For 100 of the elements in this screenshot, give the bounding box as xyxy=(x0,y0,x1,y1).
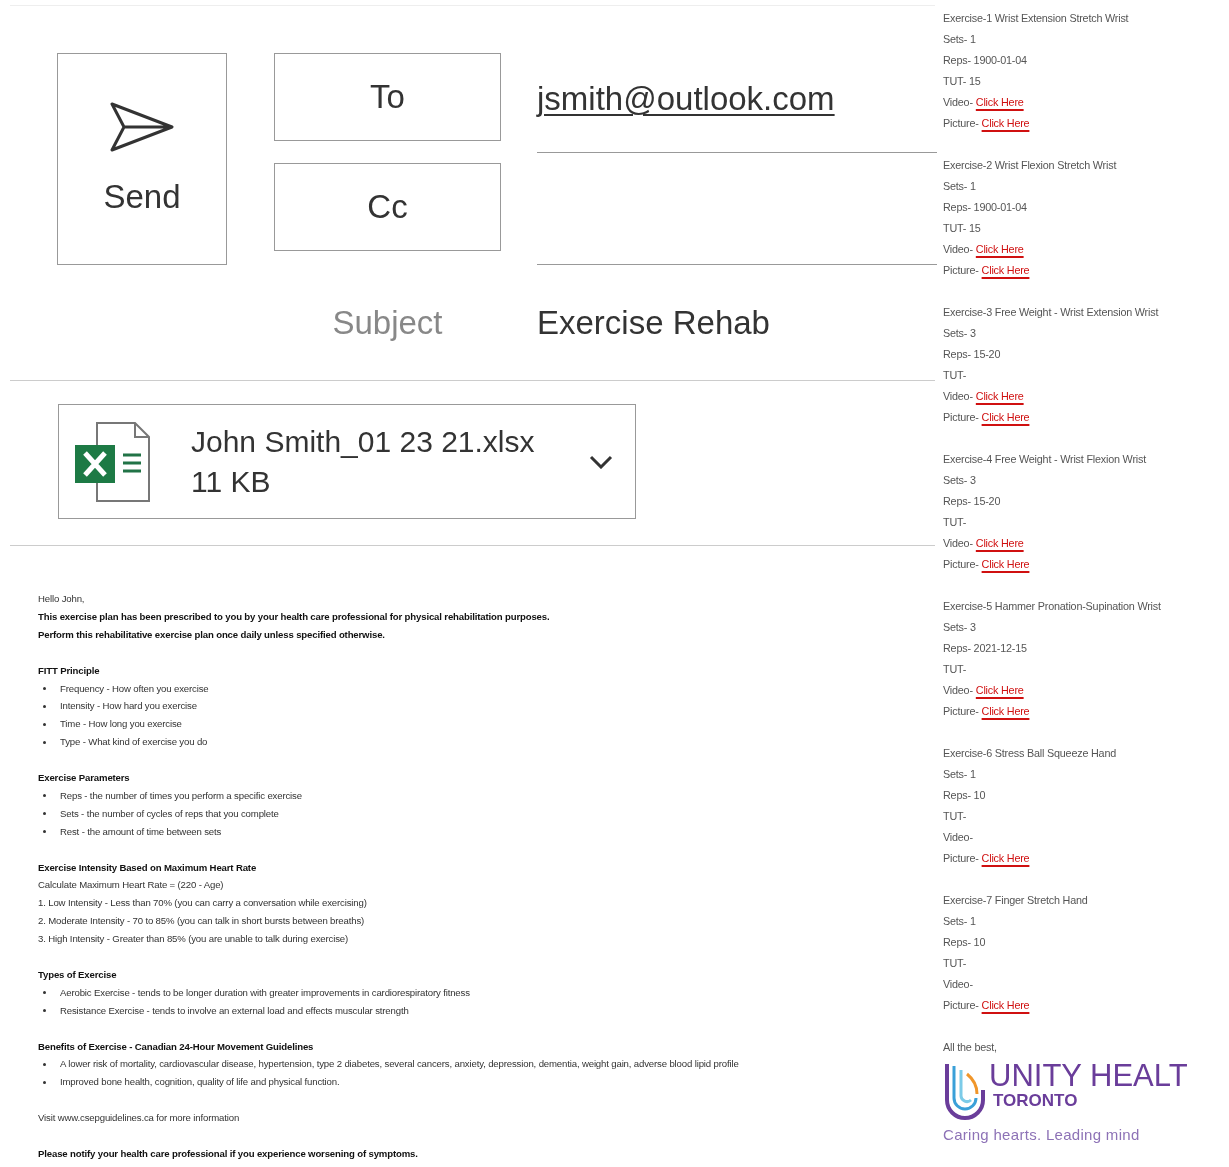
exercise-detail: Reps- 2021-12-15 xyxy=(943,641,1028,656)
exercise-detail: TUT- xyxy=(943,515,968,530)
body-text: Visit www.csepguidelines.ca for more information xyxy=(38,1111,241,1126)
link[interactable]: Click Here xyxy=(975,684,1024,696)
link[interactable]: Click Here xyxy=(981,264,1030,276)
city-name: TORONTO xyxy=(993,1092,1079,1110)
exercise-detail: TUT- 15 xyxy=(943,74,982,89)
exercise-detail: Sets- 3 xyxy=(943,326,977,341)
bullet-icon xyxy=(43,1080,46,1084)
exercise-title: Exercise-3 Free Weight - Wrist Extension Wrist xyxy=(943,305,1160,320)
exercise-detail: Sets- 1 xyxy=(943,179,977,194)
bullet-icon xyxy=(43,722,46,726)
email-address[interactable]: jsmith@outlook.com xyxy=(537,80,835,118)
body-text: 2. Moderate Intensity - 70 to 85% (you can talk in short bursts between breaths) xyxy=(38,914,366,929)
exercise-title: Exercise-7 Finger Stretch Hand xyxy=(943,893,1089,908)
link-label: Video- xyxy=(943,684,973,696)
list-item: Type - What kind of exercise you do xyxy=(60,735,208,750)
exercise-detail: Reps- 15-20 xyxy=(943,494,1002,509)
link[interactable]: Click Here xyxy=(981,999,1030,1011)
list-item: Intensity - How hard you exercise xyxy=(60,699,197,714)
list-item: Aerobic Exercise - tends to be longer duration with greater improvements in cardiorespiratory fitness xyxy=(60,985,470,1000)
list-item: Rest - the amount of time between sets xyxy=(60,824,222,839)
exercise-detail: TUT- 15 xyxy=(943,221,982,236)
exercise-title: Exercise-6 Stress Ball Squeeze Hand xyxy=(943,746,1118,761)
exercise-detail: Reps- 10 xyxy=(943,788,987,803)
organization-name: UNITY HEALT xyxy=(989,1060,1188,1092)
exercise-title: Exercise-4 Free Weight - Wrist Flexion Wrist xyxy=(943,452,1147,467)
list-item: Time - How long you exercise xyxy=(60,717,182,732)
link-label: Video- xyxy=(943,96,973,108)
bullet-icon xyxy=(43,740,46,744)
link-label: Picture- xyxy=(943,705,979,717)
file-size: 11 KB xyxy=(191,464,272,499)
section-heading: Types of Exercise xyxy=(38,967,118,982)
section-heading: Exercise Intensity Based on Maximum Heart Rate xyxy=(38,860,258,875)
bullet-icon xyxy=(43,830,46,834)
file-name: John Smith_01 23 21.xlsx xyxy=(191,424,536,459)
exercise-detail: Sets- 1 xyxy=(943,32,977,47)
exercise-detail: TUT- xyxy=(943,809,968,824)
exercise-detail: Reps- 10 xyxy=(943,935,987,950)
link-label: Video- xyxy=(943,243,973,255)
attachment-card[interactable]: John Smith_01 23 21.xlsx 11 KB xyxy=(58,404,636,519)
list-item: Resistance Exercise - tends to involve an external load and effects muscular strength xyxy=(60,1003,409,1018)
section-heading: FITT Principle xyxy=(38,663,101,678)
link-label: Picture- xyxy=(943,999,979,1011)
exercise-detail: TUT- xyxy=(943,662,968,677)
tagline: Caring hearts. Leading mind xyxy=(943,1125,1141,1145)
exercise-detail: Sets- 1 xyxy=(943,767,977,782)
exercise-detail: TUT- xyxy=(943,368,968,383)
bullet-icon xyxy=(43,686,46,690)
exercise-detail: Reps- 15-20 xyxy=(943,347,1002,362)
section-heading: Exercise Parameters xyxy=(38,771,131,786)
link-label: Picture- xyxy=(943,558,979,570)
send-button[interactable]: Send xyxy=(57,53,227,265)
body-text: This exercise plan has been prescribed to you by your health care professional for physical rehabilitation purposes. xyxy=(38,609,551,624)
exercise-title: Exercise-1 Wrist Extension Stretch Wrist xyxy=(943,11,1130,26)
exercise-detail: Sets- 3 xyxy=(943,473,977,488)
chevron-down-icon[interactable] xyxy=(589,454,613,469)
subject-value: Exercise Rehab xyxy=(537,303,771,342)
link[interactable]: Click Here xyxy=(975,243,1024,255)
link-label: Video- xyxy=(943,978,973,990)
link[interactable]: Click Here xyxy=(975,537,1024,549)
link[interactable]: Click Here xyxy=(975,390,1024,402)
link[interactable]: Click Here xyxy=(981,558,1030,570)
body-text: Calculate Maximum Heart Rate = (220 - Age) xyxy=(38,878,225,893)
to-button[interactable]: To xyxy=(274,53,501,141)
link-label: Video- xyxy=(943,390,973,402)
exercise-title: Exercise-2 Wrist Flexion Stretch Wrist xyxy=(943,158,1118,173)
body-text: 1. Low Intensity - Less than 70% (you can carry a conversation while exercising) xyxy=(38,896,368,911)
to-field[interactable]: jsmith@outlook.com xyxy=(537,53,937,153)
body-text: Hello John, xyxy=(38,592,86,606)
body-text: 3. High Intensity - Greater than 85% (you are unable to talk during exercise) xyxy=(38,932,349,947)
exercise-detail: Sets- 3 xyxy=(943,620,977,635)
section-heading: Benefits of Exercise - Canadian 24-Hour Movement Guidelines xyxy=(38,1039,315,1054)
list-item: A lower risk of mortality, cardiovascular disease, hypertension, type 2 diabetes, several cancers, anxiety, depression, dementia, weight gain, adverse blood lipid profile xyxy=(60,1057,739,1072)
link[interactable]: Click Here xyxy=(981,117,1030,129)
list-item: Sets - the number of cycles of reps that you complete xyxy=(60,806,279,821)
bullet-icon xyxy=(43,1009,46,1013)
bullet-icon xyxy=(43,991,46,995)
bullet-icon xyxy=(43,794,46,798)
spreadsheet-icon xyxy=(75,420,151,503)
bullet-icon xyxy=(43,704,46,708)
body-text: Please notify your health care professional if you experience worsening of symptoms. xyxy=(38,1147,419,1161)
exercise-detail: TUT- xyxy=(943,956,968,971)
closing-text: All the best, xyxy=(943,1040,998,1055)
link[interactable]: Click Here xyxy=(981,852,1030,864)
exercise-detail: Reps- 1900-01-04 xyxy=(943,53,1028,68)
exercise-title: Exercise-5 Hammer Pronation-Supination Wrist xyxy=(943,599,1162,614)
link-label: Picture- xyxy=(943,117,979,129)
link[interactable]: Click Here xyxy=(981,411,1030,423)
cc-button[interactable]: Cc xyxy=(274,163,501,251)
subject-label: Subject xyxy=(332,303,443,342)
bullet-icon xyxy=(43,812,46,816)
link-label: Picture- xyxy=(943,852,979,864)
exercise-detail: Sets- 1 xyxy=(943,914,977,929)
link[interactable]: Click Here xyxy=(975,96,1024,108)
link[interactable]: Click Here xyxy=(981,705,1030,717)
link-label: Video- xyxy=(943,537,973,549)
bullet-icon xyxy=(43,1062,46,1066)
body-text: Perform this rehabilitative exercise plan once daily unless specified otherwise. xyxy=(38,627,386,642)
list-item: Improved bone health, cognition, quality of life and physical function. xyxy=(60,1075,340,1090)
